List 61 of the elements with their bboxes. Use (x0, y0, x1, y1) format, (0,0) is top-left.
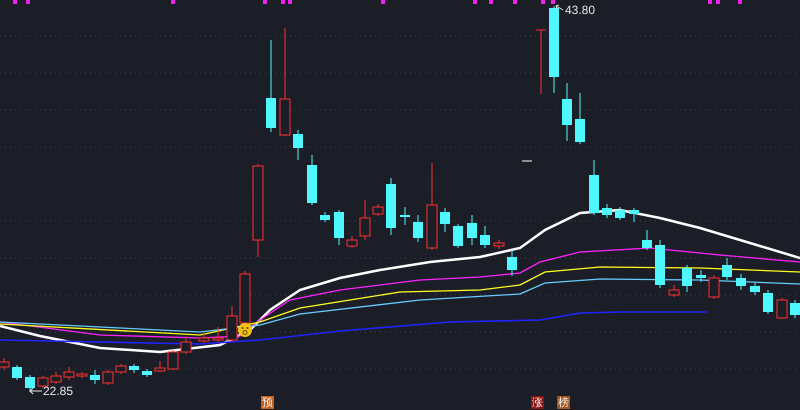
candlestick (589, 160, 599, 216)
candlestick (615, 206, 625, 220)
signal-marker: 榜 (557, 396, 570, 409)
candlestick (696, 270, 706, 282)
smiley-icon (238, 323, 252, 337)
candlestick (750, 282, 760, 296)
candlestick (307, 154, 317, 206)
candlestick (76, 372, 88, 378)
candlestick (334, 210, 344, 246)
candlestick (386, 178, 396, 236)
candlestick (360, 200, 370, 240)
candlestick (116, 364, 126, 374)
pointer-arrow (556, 4, 564, 10)
candlestick (736, 274, 746, 290)
signal-marker: 涨 (531, 396, 544, 409)
candlestick (655, 240, 665, 288)
candlestick (346, 236, 358, 248)
candlestick (722, 258, 732, 280)
candlestick (602, 204, 612, 218)
high-price-label: 43.80 (565, 3, 596, 17)
candlestick (790, 300, 800, 318)
candlestick (12, 364, 22, 380)
candlestick (38, 376, 48, 388)
candlestick (25, 374, 35, 392)
candlestick (708, 274, 720, 300)
candlestick (575, 92, 585, 144)
candlestick (154, 360, 166, 372)
candlestick (102, 370, 114, 386)
candlestick (453, 224, 463, 248)
candlestick (413, 214, 423, 242)
candlestick (168, 350, 178, 370)
candlestick (467, 214, 477, 246)
candlestick (629, 208, 639, 222)
candlestick (562, 82, 572, 142)
candlestick (682, 264, 692, 292)
candlestick (507, 250, 517, 276)
candlestick (440, 208, 450, 232)
candlestick (142, 368, 152, 378)
candlestick (480, 226, 490, 248)
candlestick (180, 336, 192, 354)
candlestick (536, 30, 546, 94)
low-price-label: 22.85 (43, 384, 74, 398)
candlestick (763, 290, 773, 314)
candlestick (293, 130, 303, 160)
pointer-arrow (30, 388, 42, 394)
candlestick (240, 270, 250, 326)
signal-marker: 预 (261, 396, 274, 409)
candlestick (129, 364, 139, 374)
candlestick (50, 372, 62, 384)
candlestick (776, 298, 788, 320)
candlestick (226, 306, 238, 342)
candlestick (198, 332, 210, 344)
candlestick (90, 370, 100, 384)
candlestick (642, 230, 652, 250)
candlestick (64, 366, 74, 380)
candlestick (668, 284, 680, 298)
candlestick (212, 326, 224, 342)
candlestick (400, 206, 410, 226)
candlestick (372, 204, 384, 216)
dash-mark (522, 160, 532, 162)
candlestick (320, 212, 330, 222)
